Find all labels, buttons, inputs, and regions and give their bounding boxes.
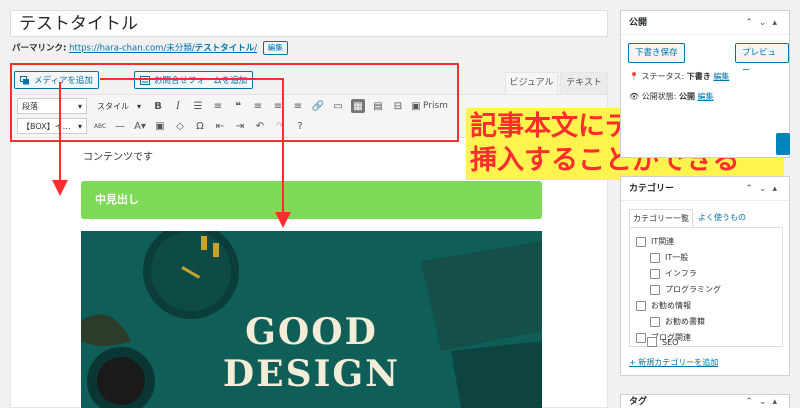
permalink-link[interactable]: https://hara-chan.com/未分類/テストタイトル/ — [69, 44, 257, 54]
eye-icon: 👁 — [629, 92, 640, 101]
toolbar-highlight-box — [10, 63, 459, 142]
category-title: カテゴリー — [629, 184, 675, 194]
category-list: IT関連 IT一般 インフラ プログラミング お勧め情報 お勧め書籍 ブログ関連 — [629, 227, 783, 347]
status-edit-link[interactable]: 編集 — [713, 72, 729, 81]
category-tabs: カテゴリー一覧 よく使うもの — [629, 209, 751, 227]
add-new-category-link[interactable]: + 新規カテゴリーを追加 — [629, 357, 718, 368]
publish-button[interactable] — [776, 133, 790, 155]
tag-title: タグ — [629, 397, 648, 407]
status-row: 📍 ステータス: 下書き 編集 — [629, 72, 730, 81]
panel-controls[interactable]: ⌃⌄▴ — [745, 395, 783, 408]
image-text-design: DESIGN — [222, 353, 401, 395]
category-panel: カテゴリー ⌃⌄▴ カテゴリー一覧 よく使うもの IT関連 IT一般 インフラ … — [620, 176, 790, 376]
image-text-good: GOOD — [245, 311, 378, 353]
permalink-row: パーマリンク: https://hara-chan.com/未分類/テストタイト… — [12, 41, 288, 55]
category-item[interactable]: プログラミング — [650, 284, 721, 295]
category-item[interactable]: SEO — [647, 337, 678, 347]
checkbox — [636, 300, 646, 311]
tag-panel-header: タグ ⌃⌄▴ — [621, 395, 789, 408]
visibility-row: 👁 公開状態: 公開 編集 — [629, 92, 714, 101]
content-text: コンテンツです — [83, 152, 153, 163]
tag-panel: タグ ⌃⌄▴ — [620, 394, 790, 408]
tab-popular-categories[interactable]: よく使うもの — [693, 209, 751, 227]
checkbox — [636, 236, 646, 247]
publish-panel: 公開 ⌃⌄▴ 下書き保存 プレビュー 📍 ステータス: 下書き 編集 👁 公開状… — [620, 10, 790, 158]
preview-button[interactable]: プレビュー — [735, 43, 789, 76]
post-editor-screen: テストタイトル パーマリンク: https://hara-chan.com/未分… — [0, 0, 800, 408]
publish-panel-header: 公開 ⌃⌄▴ — [621, 11, 789, 35]
panel-controls[interactable]: ⌃⌄▴ — [745, 177, 783, 201]
panel-controls[interactable]: ⌃⌄▴ — [745, 11, 783, 35]
checkbox — [650, 268, 660, 279]
checkbox — [650, 252, 660, 263]
tab-all-categories[interactable]: カテゴリー一覧 — [629, 209, 693, 227]
checkbox — [650, 284, 660, 295]
checkbox — [650, 316, 660, 327]
category-item[interactable]: IT関連 — [636, 236, 674, 247]
permalink-label: パーマリンク: — [12, 43, 67, 54]
category-item[interactable]: IT一般 — [650, 252, 688, 263]
heading-block[interactable]: 中見出し — [81, 181, 542, 219]
permalink-edit-button[interactable]: 編集 — [262, 41, 288, 55]
tab-visual[interactable]: ビジュアル — [505, 72, 558, 94]
category-item[interactable]: インフラ — [650, 268, 697, 279]
save-draft-button[interactable]: 下書き保存 — [628, 43, 685, 63]
design-image[interactable]: GOOD DESIGN — [81, 231, 542, 408]
post-title-input[interactable]: テストタイトル — [10, 10, 608, 37]
visibility-edit-link[interactable]: 編集 — [698, 92, 714, 101]
checkbox — [647, 337, 657, 347]
category-item[interactable]: お勧め書籍 — [650, 316, 705, 327]
category-panel-header: カテゴリー ⌃⌄▴ — [621, 177, 789, 201]
tab-text[interactable]: テキスト — [560, 72, 608, 94]
checkbox — [636, 332, 646, 343]
category-item[interactable]: お勧め情報 — [636, 300, 691, 311]
publish-title: 公開 — [629, 18, 648, 28]
pin-icon: 📍 — [629, 72, 639, 81]
